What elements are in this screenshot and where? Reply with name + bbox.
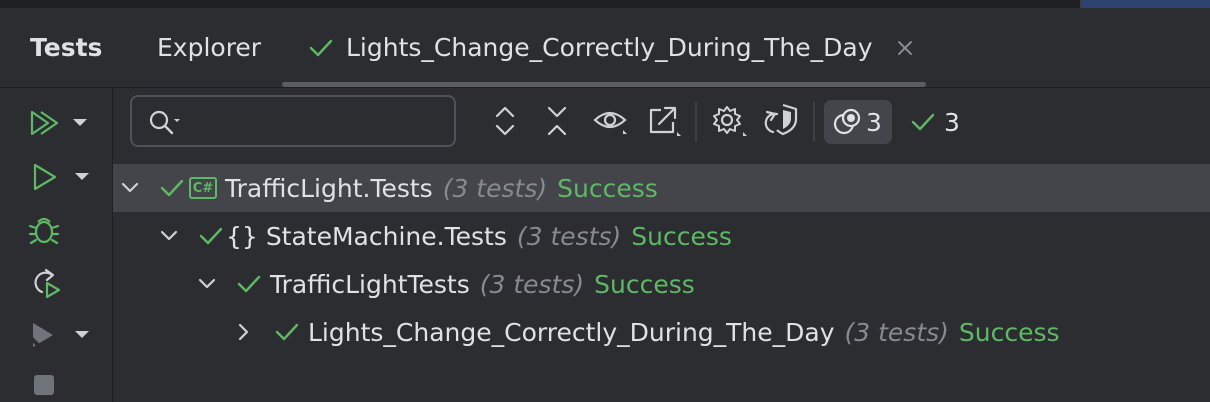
chevron-down-icon[interactable] xyxy=(198,278,216,290)
tree-row-count: (3 tests) xyxy=(442,173,548,203)
run-with-icon xyxy=(29,323,53,350)
tree-row-status: Success xyxy=(631,221,732,251)
stop-button[interactable] xyxy=(33,374,55,396)
stop-icon xyxy=(34,375,54,395)
rerun-failed-button[interactable] xyxy=(28,266,62,300)
debug-button[interactable] xyxy=(28,214,60,246)
filter-count: 3 xyxy=(866,107,882,137)
close-icon[interactable] xyxy=(895,38,915,58)
editor-strip xyxy=(1082,0,1210,8)
run-button[interactable] xyxy=(30,162,90,192)
chevron-down-icon[interactable] xyxy=(160,230,178,242)
chevron-down-icon[interactable] xyxy=(72,118,88,128)
namespace-icon: {} xyxy=(226,221,258,251)
tree-row-name: StateMachine.Tests xyxy=(265,221,507,251)
run-all-icon xyxy=(30,110,59,136)
show-icon[interactable] xyxy=(593,106,629,136)
check-icon xyxy=(274,319,300,345)
shield-refresh-icon[interactable] xyxy=(763,102,801,138)
check-icon xyxy=(236,271,262,297)
tree-row-status: Success xyxy=(958,317,1060,347)
tab-explorer-label: Explorer xyxy=(157,33,262,62)
toolbar-separator xyxy=(813,102,815,142)
tree-row-name: TrafficLight.Tests xyxy=(225,173,433,203)
tree-row-count: (3 tests) xyxy=(844,317,949,347)
left-toolbar xyxy=(0,88,113,402)
passed-filter-button[interactable]: 3 xyxy=(910,100,960,144)
tab-tests-label: Tests xyxy=(30,33,103,62)
search-input[interactable] xyxy=(190,105,444,139)
tree-row-project[interactable]: C# TrafficLight.Tests (3 tests) Success xyxy=(113,164,1210,212)
settings-icon[interactable] xyxy=(711,104,749,138)
tab-test-session-label: Lights_Change_Correctly_During_The_Day xyxy=(346,33,873,62)
chevron-down-icon[interactable] xyxy=(74,172,90,182)
rerun-icon xyxy=(34,268,61,299)
filter-toggle-button[interactable]: 3 xyxy=(824,100,892,144)
tree-row-status: Success xyxy=(557,173,658,203)
tab-explorer[interactable]: Explorer xyxy=(157,8,261,87)
expand-all-icon[interactable] xyxy=(493,104,517,138)
check-icon xyxy=(159,175,185,201)
run-all-button[interactable] xyxy=(28,108,88,138)
toolbar-separator xyxy=(695,102,697,142)
chevron-down-icon[interactable] xyxy=(74,330,90,340)
csharp-project-icon: C# xyxy=(189,177,217,199)
tree-row-namespace[interactable]: {} StateMachine.Tests (3 tests) Success xyxy=(113,212,1210,260)
run-with-button[interactable] xyxy=(28,320,90,350)
export-icon[interactable] xyxy=(647,104,683,138)
tree-row-test[interactable]: Lights_Change_Correctly_During_The_Day (… xyxy=(113,308,1210,356)
tab-tests[interactable]: Tests xyxy=(30,8,102,87)
debug-icon xyxy=(28,217,60,245)
check-icon xyxy=(309,39,333,56)
passed-count: 3 xyxy=(944,107,960,137)
search-field[interactable] xyxy=(130,95,456,147)
test-runner-window: Tests Explorer Lights_Change_Correctly_D… xyxy=(0,0,1210,402)
tab-bar: Tests Explorer Lights_Change_Correctly_D… xyxy=(0,8,1210,87)
chevron-right-icon[interactable] xyxy=(238,323,250,341)
tree-row-count: (3 tests) xyxy=(516,221,622,251)
test-tree-panel: 3 3 C# TrafficLight.Tests (3 tests) Succ… xyxy=(113,88,1210,402)
tab-test-session[interactable]: Lights_Change_Correctly_During_The_Day xyxy=(308,8,915,87)
run-icon xyxy=(33,163,57,191)
chevron-down-icon[interactable] xyxy=(121,182,139,194)
tree-row-status: Success xyxy=(594,269,695,299)
tree-row-name: TrafficLightTests xyxy=(270,269,470,299)
tree-row-count: (3 tests) xyxy=(479,269,585,299)
tree-row-name: Lights_Change_Correctly_During_The_Day xyxy=(308,317,835,347)
check-icon xyxy=(911,113,935,131)
check-icon xyxy=(198,223,224,249)
tests-group-icon xyxy=(833,108,861,135)
search-icon[interactable] xyxy=(148,109,182,137)
collapse-all-icon[interactable] xyxy=(545,104,569,138)
top-strip xyxy=(0,0,1210,8)
tree-row-class[interactable]: TrafficLightTests (3 tests) Success xyxy=(113,260,1210,308)
